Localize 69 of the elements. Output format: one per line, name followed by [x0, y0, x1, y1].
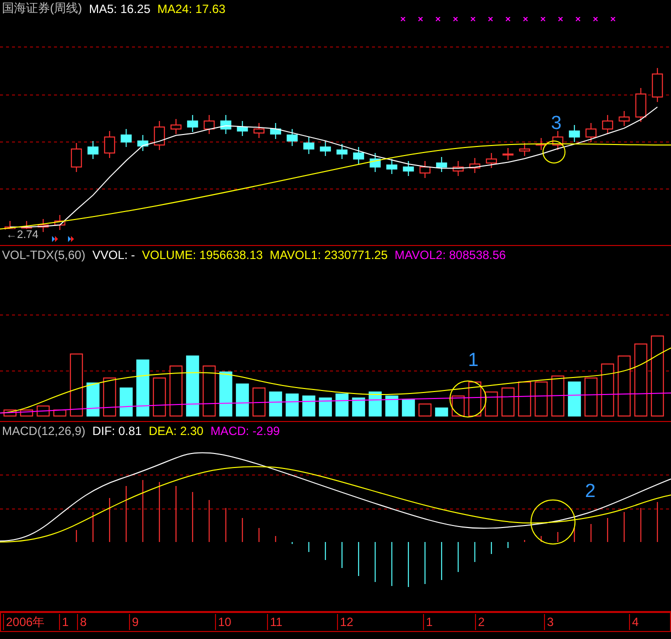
time-axis-label: 2006年 [3, 614, 45, 630]
indicator-title: VOL-TDX(5,60) [2, 248, 86, 262]
candlestick [635, 88, 646, 122]
highlight-circle [542, 140, 566, 164]
time-axis-label: 11 [267, 614, 282, 630]
indicator-value: VVOL: - [92, 248, 136, 262]
candlestick [536, 138, 547, 150]
time-axis-label: 8 [77, 614, 87, 630]
candlestick [303, 136, 314, 154]
candlestick [469, 158, 480, 174]
time-axis-label: 3 [544, 614, 554, 630]
candlestick [187, 114, 198, 132]
arrow-marker-icon [52, 236, 58, 242]
candlestick [652, 68, 663, 102]
candlestick [88, 140, 98, 160]
candlestick [254, 122, 264, 138]
time-axis-label: 2 [475, 614, 485, 630]
indicator-title: MACD(12,26,9) [2, 424, 86, 438]
candlestick [54, 214, 66, 230]
candlestick [137, 134, 148, 152]
candlestick [170, 118, 182, 134]
indicator-title: 国海证券(周线) [2, 0, 82, 17]
indicator-value: MA24: 17.63 [157, 2, 226, 16]
time-axis-label: 10 [215, 614, 232, 630]
candlestick [70, 142, 82, 172]
candlestick [320, 140, 331, 156]
candlestick [286, 128, 298, 146]
indicator-value: VOLUME: 1956638.13 [142, 248, 263, 262]
candlestick [452, 160, 464, 176]
candlestick [519, 142, 530, 156]
indicator-value: MAVOL1: 2330771.25 [270, 248, 388, 262]
indicator-value: MAVOL2: 808538.56 [394, 248, 506, 262]
candlestick [236, 120, 248, 136]
candlestick [436, 156, 448, 172]
candlestick [336, 144, 348, 160]
price-low-label: ←2.74 [6, 229, 38, 241]
highlight-circle [530, 500, 576, 544]
time-axis-label: 12 [337, 614, 354, 630]
time-axis-label: 1 [423, 614, 433, 630]
candlestick [602, 114, 614, 134]
annotation-number: 3 [551, 113, 562, 135]
annotation-number: 2 [585, 481, 596, 503]
indicator-value: DIF: 0.81 [92, 424, 142, 438]
annotation-number: 1 [468, 350, 479, 372]
candlestick [370, 152, 381, 172]
candlestick [154, 120, 165, 150]
candlestick [586, 122, 596, 142]
candlestick [402, 160, 414, 176]
candlestick [502, 148, 514, 160]
indicator-value: MACD: -2.99 [210, 424, 280, 438]
time-axis-label: 9 [129, 614, 139, 630]
candlestick [486, 152, 497, 168]
candlestick [204, 114, 215, 134]
arrow-marker-icon [68, 236, 74, 242]
candlestick [104, 130, 116, 158]
candlestick [270, 122, 282, 140]
candlestick [618, 110, 630, 126]
candlestick [552, 130, 564, 150]
candlestick [568, 124, 580, 142]
time-axis-label: 1 [59, 614, 69, 630]
candlestick [120, 128, 132, 148]
indicator-value: MA5: 16.25 [89, 2, 150, 16]
candlestick [420, 160, 430, 178]
time-axis-label: 4 [629, 614, 639, 630]
highlight-circle [450, 380, 486, 418]
indicator-value: DEA: 2.30 [148, 424, 204, 438]
candlestick [353, 146, 364, 164]
candlestick [220, 114, 232, 134]
candlestick [386, 158, 398, 174]
